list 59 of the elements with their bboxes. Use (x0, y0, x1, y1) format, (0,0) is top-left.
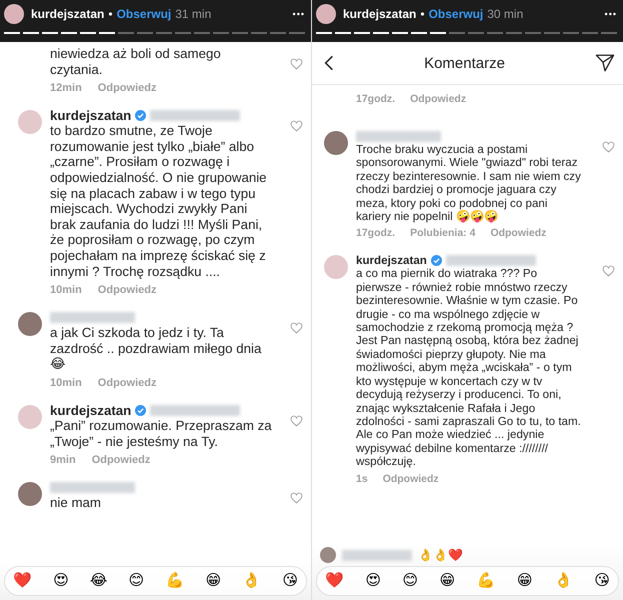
more-button[interactable]: ••• (292, 9, 305, 19)
comment-username[interactable]: kurdejszatan (50, 108, 132, 124)
avatar (320, 547, 336, 563)
comment-username[interactable]: kurdejszatan (356, 254, 427, 268)
separator: • (420, 7, 425, 21)
emoji-button[interactable]: 😁 (439, 572, 456, 590)
comment-input-field[interactable]: ❤ 😍 😊 😁 💪 😁 👌 😘 (316, 566, 619, 596)
comment-time: 17godz. (356, 227, 396, 240)
emoji-button[interactable]: 😘 (594, 572, 610, 590)
emoji-button[interactable]: 😊 (128, 572, 144, 590)
comment-time: 9min (50, 454, 76, 466)
heart-icon[interactable] (290, 492, 303, 504)
comment-input-field[interactable]: ❤ 😍 😂 😊 💪 😁 👌 😘 (4, 566, 307, 596)
avatar[interactable] (4, 4, 24, 24)
send-icon[interactable] (595, 54, 615, 72)
heart-icon[interactable] (290, 414, 303, 427)
follow-link[interactable]: Obserwuj (428, 7, 484, 21)
comment-time: 17godz. (356, 93, 396, 105)
comment-time: 10min (50, 376, 82, 389)
avatar[interactable] (324, 131, 348, 155)
follow-link[interactable]: Obserwuj (116, 7, 172, 21)
comment-text: Troche braku wyczucia a postami sponsorowanymi. Wiele "gwiazd" robi teraz rzeczy bezinteresownie. I sam nie wiem czy chodzi bardziej o promocje jaguara czy meza, ktory poki co podobnej co pani kariery nie popelnil 🤪🤪🤪 (356, 143, 582, 224)
avatar[interactable] (18, 312, 42, 336)
emoji-button[interactable]: ❤ (325, 572, 344, 590)
heart-icon[interactable] (602, 141, 615, 153)
story-time: 30 min (487, 7, 524, 21)
heart-icon[interactable] (602, 265, 615, 278)
emoji-button[interactable]: 😊 (402, 572, 418, 590)
comment-text: a co ma piernik do wiatraka ??? Po pierwsze - również robie mnóstwo rzeczy bezinteresownie. Właśnie w tym czasie. Po drugie - co ma wspólnego zdjęcie w samochodzie z rzekomą promocją męża ? Jest Pan następną osobą, która bez żadnej świadomości pieprzy głupoty. Nie ma możliwości, abym męża „wciskała” - o tym kto występuje w koncertach czy w tv decydują reżyserzy i producenci. To oni, znając wykształcenie Rafała i Jego zdolności - sami zapraszali Go to tu, to tam. Ale co Pan może wiedzieć ... jedynie wypisywać debilne komentarze ://////// współczuję. (356, 267, 582, 469)
story-username[interactable]: kurdejszatan (31, 7, 104, 21)
emoji-button[interactable]: 😁 (205, 572, 222, 590)
emoji-button[interactable]: 😁 (516, 572, 533, 590)
comment-text: to bardzo smutne, ze Twoje rozumowanie jest tylko „białe” albo „czarne”. Prosiłam o rozwagę i odpowiedzialność. O nie grupowanie się na placach zabaw i w tego typu miejscach. Wychodzi zwykły Pani brak zaufania do ludzi !!! Myśli Pani, że poprosiłam o rozwagę, po czym pojechałam na imprezę ściskać się z innymi ? Trochę rozsądku .... (50, 123, 268, 280)
back-icon[interactable] (324, 54, 334, 72)
story-time: 31 min (175, 7, 212, 21)
header-title: Komentarze (423, 54, 506, 72)
avatar[interactable] (316, 4, 336, 24)
comment-username[interactable]: kurdejszatan (50, 402, 132, 418)
comment-time: 12min (50, 82, 82, 94)
story-username[interactable]: kurdejszatan (343, 7, 416, 21)
emoji-button[interactable]: 😍 (53, 572, 69, 590)
emoji-button[interactable]: 😍 (365, 572, 382, 590)
avatar[interactable] (18, 482, 42, 506)
heart-icon[interactable] (290, 120, 303, 132)
emoji-button[interactable]: 😘 (282, 572, 298, 590)
reply-text: 👌👌❤ (418, 548, 463, 562)
comment-text: nie mam (50, 495, 102, 511)
comment-text: niewiedza aż boli od samego czytania. (50, 46, 222, 78)
heart-icon[interactable] (290, 58, 303, 70)
emoji-button[interactable]: ❤ (13, 572, 32, 590)
heart-icon[interactable] (290, 322, 303, 334)
separator: • (108, 7, 113, 21)
more-button[interactable]: ••• (604, 9, 617, 19)
comment-text: „Pani” rozumowanie. Przepraszam za „Twoje” - nie jesteśmy na Ty. (50, 418, 272, 450)
emoji-button[interactable]: 😂 (90, 572, 108, 590)
comment-text: a jak Ci szkoda to jedz i ty. Ta zazdrość .. pozdrawiam miłego dnia 😂 (50, 325, 262, 372)
blurred-username (342, 550, 412, 560)
comment-time: 1s (356, 472, 368, 485)
comment-time: 10min (50, 284, 82, 296)
